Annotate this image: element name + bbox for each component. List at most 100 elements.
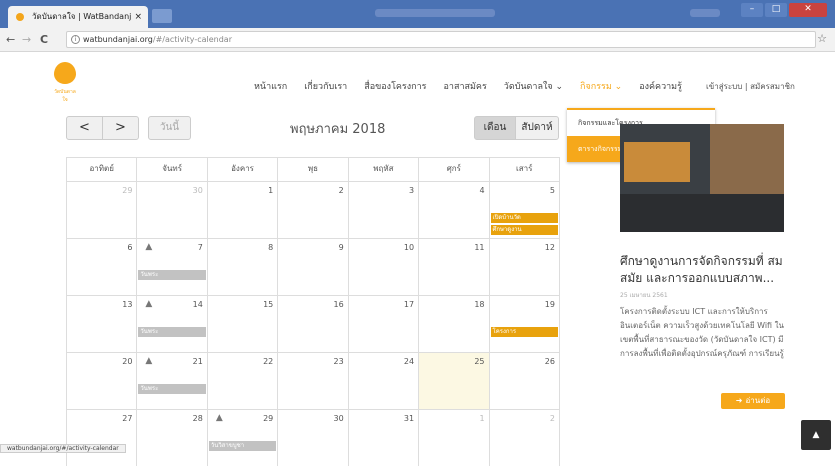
article-date: 25 เมษายน 2561 xyxy=(620,292,668,299)
calendar-event[interactable]: วันพระ xyxy=(138,384,206,394)
calendar-day[interactable]: 22 xyxy=(208,353,279,409)
nav-item-home[interactable]: หน้าแรก xyxy=(254,79,287,93)
calendar-day[interactable]: 7 ▲ วันพระ xyxy=(137,239,208,295)
prev-month-button[interactable]: < xyxy=(66,116,103,140)
calendar-day[interactable]: 8 xyxy=(208,239,279,295)
calendar-day[interactable]: 12 xyxy=(490,239,560,295)
day-number: 14 xyxy=(192,300,203,309)
site-logo[interactable]: วัดบันดาลใจ xyxy=(52,62,78,103)
day-number: 21 xyxy=(192,357,203,366)
day-number: 9 xyxy=(338,243,344,252)
new-tab-button[interactable] xyxy=(152,9,172,23)
blurred-user-label xyxy=(690,9,720,17)
calendar-event[interactable]: วันพระ xyxy=(138,270,206,280)
calendar-day[interactable]: 2 xyxy=(278,182,349,238)
stupa-icon: ▲ xyxy=(145,299,153,309)
day-number: 8 xyxy=(268,243,274,252)
calendar-day[interactable]: 23 xyxy=(278,353,349,409)
calendar-day[interactable]: 29 ▲ วันวิสาขบูชา xyxy=(208,410,279,466)
calendar-day[interactable]: 9 xyxy=(278,239,349,295)
calendar-week-row: 13 14 ▲ วันพระ 15 16 17 18 19 โครงการ xyxy=(66,295,560,352)
browser-tab[interactable]: วัดบันดาลใจ | WatBandanj × xyxy=(8,6,148,28)
calendar-day[interactable]: 18 xyxy=(419,296,490,352)
day-number: 26 xyxy=(544,357,555,366)
url-input[interactable]: i watbundanjai.org/#/activity-calendar xyxy=(66,31,816,48)
calendar-day[interactable]: 19 โครงการ xyxy=(490,296,560,352)
back-to-top-button[interactable]: ▲ xyxy=(801,420,831,450)
calendar-event[interactable]: วันวิสาขบูชา xyxy=(208,441,277,451)
maximize-button[interactable]: □ xyxy=(765,3,787,17)
calendar-event[interactable]: ศึกษาดูงาน xyxy=(490,225,558,235)
day-number: 29 xyxy=(122,186,133,195)
weekday-label: พุธ xyxy=(278,158,349,181)
calendar-day[interactable]: 6 xyxy=(66,239,138,295)
minimize-button[interactable]: – xyxy=(741,3,763,17)
weekday-label: ศุกร์ xyxy=(419,158,490,181)
tab-close-icon[interactable]: × xyxy=(134,6,142,28)
nav-item-temples[interactable]: วัดบันดาลใจ ⌄ xyxy=(504,79,563,93)
calendar-day-today[interactable]: 25 xyxy=(419,353,490,409)
address-bar: ← → C i watbundanjai.org/#/activity-cale… xyxy=(0,28,835,52)
calendar-day[interactable]: 13 xyxy=(66,296,138,352)
calendar-day[interactable]: 5 เปิดบ้านวัด ศึกษาดูงาน xyxy=(490,182,560,238)
calendar-day[interactable]: 31 xyxy=(349,410,420,466)
login-register-link[interactable]: เข้าสู่ระบบ | สมัครสมาชิก xyxy=(706,80,795,93)
calendar-day[interactable]: 30 xyxy=(278,410,349,466)
forward-arrow-icon[interactable]: → xyxy=(22,33,31,46)
nav-item-volunteer[interactable]: อาสาสมัคร xyxy=(444,79,487,93)
calendar-day[interactable]: 17 xyxy=(349,296,420,352)
calendar-day[interactable]: 11 xyxy=(419,239,490,295)
calendar-day[interactable]: 30 xyxy=(137,182,208,238)
bookmark-star-icon[interactable]: ☆ xyxy=(817,32,827,45)
info-icon[interactable]: i xyxy=(71,35,80,44)
calendar-day[interactable]: 20 xyxy=(66,353,138,409)
day-number: 20 xyxy=(122,357,133,366)
stupa-icon: ▲ xyxy=(145,242,153,252)
article-image[interactable] xyxy=(620,124,784,232)
calendar-day[interactable]: 26 xyxy=(490,353,560,409)
today-button[interactable]: วันนี้ xyxy=(148,116,191,140)
day-number: 23 xyxy=(333,357,344,366)
logo-caption: วัดบันดาลใจ xyxy=(54,89,76,103)
calendar-day[interactable]: 24 xyxy=(349,353,420,409)
calendar-event[interactable]: โครงการ xyxy=(490,327,558,337)
status-bar-url: watbundanjai.org/#/activity-calendar xyxy=(0,444,126,453)
day-number: 25 xyxy=(474,357,485,366)
nav-item-activities[interactable]: กิจกรรม ⌄ xyxy=(580,79,622,93)
calendar-day[interactable]: 4 xyxy=(419,182,490,238)
read-more-button[interactable]: ➜ อ่านต่อ xyxy=(721,393,785,409)
calendar-event[interactable]: เปิดบ้านวัด xyxy=(490,213,558,223)
day-number: 3 xyxy=(409,186,415,195)
calendar-day[interactable]: 10 xyxy=(349,239,420,295)
nav-item-about[interactable]: เกี่ยวกับเรา xyxy=(304,79,347,93)
week-view-button[interactable]: สัปดาห์ xyxy=(515,116,559,140)
window-close-button[interactable]: ✕ xyxy=(789,3,827,17)
main-nav: หน้าแรก เกี่ยวกับเรา สื่อของโครงการ อาสา… xyxy=(254,79,699,93)
calendar-day[interactable]: 15 xyxy=(208,296,279,352)
calendar-day[interactable]: 27 xyxy=(66,410,138,466)
calendar-day[interactable]: 1 xyxy=(419,410,490,466)
calendar-day[interactable]: 1 xyxy=(208,182,279,238)
nav-item-knowledge[interactable]: องค์ความรู้ xyxy=(639,79,682,93)
month-view-button[interactable]: เดือน xyxy=(474,116,516,140)
calendar-event[interactable]: วันพระ xyxy=(138,327,206,337)
article-title[interactable]: ศึกษาดูงานการจัดกิจกรรมที่ สมสมัย และการ… xyxy=(620,253,790,287)
weekday-label: เสาร์ xyxy=(490,158,560,181)
calendar-body: 29 30 1 2 3 4 5 เปิดบ้านวัด ศึกษาดูงาน 6 7 ▲ วันพระ 8… xyxy=(66,181,560,466)
calendar-day[interactable]: 28 xyxy=(137,410,208,466)
calendar-day[interactable]: 21 ▲ วันพระ xyxy=(137,353,208,409)
calendar-day[interactable]: 16 xyxy=(278,296,349,352)
calendar-day[interactable]: 3 xyxy=(349,182,420,238)
calendar-day[interactable]: 2 xyxy=(490,410,560,466)
next-month-button[interactable]: > xyxy=(102,116,139,140)
day-number: 13 xyxy=(122,300,133,309)
reload-icon[interactable]: C xyxy=(40,33,48,46)
day-number: 7 xyxy=(197,243,203,252)
day-number: 11 xyxy=(474,243,485,252)
calendar-day[interactable]: 29 xyxy=(66,182,138,238)
day-number: 6 xyxy=(127,243,133,252)
browser-titlebar: วัดบันดาลใจ | WatBandanj × – □ ✕ xyxy=(0,0,835,28)
nav-item-media[interactable]: สื่อของโครงการ xyxy=(364,79,426,93)
back-arrow-icon[interactable]: ← xyxy=(6,33,15,46)
calendar-day[interactable]: 14 ▲ วันพระ xyxy=(137,296,208,352)
